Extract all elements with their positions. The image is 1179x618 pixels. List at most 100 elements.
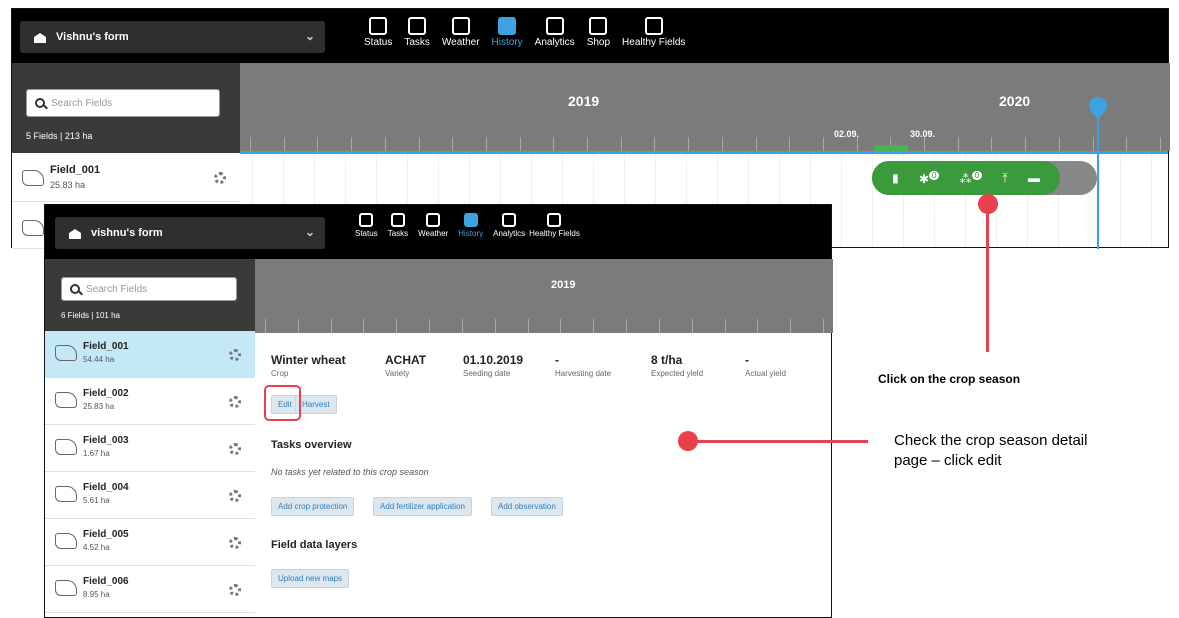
field-name: Field_001 bbox=[83, 341, 129, 352]
add-observation-button[interactable]: Add observation bbox=[491, 497, 563, 516]
farm-icon bbox=[34, 31, 48, 43]
chevron-down-icon: ⌄ bbox=[304, 225, 315, 239]
search-icon bbox=[70, 284, 80, 294]
farm-selector[interactable]: Vishnu's form ⌄ bbox=[20, 21, 325, 53]
field-row[interactable]: Field_004 5.61 ha bbox=[45, 472, 255, 519]
field-name: Field_001 bbox=[50, 164, 101, 176]
field-size: 8.95 ha bbox=[83, 590, 110, 599]
upload-maps-button[interactable]: Upload new maps bbox=[271, 569, 350, 588]
year-label: 2019 bbox=[568, 93, 600, 109]
gear-icon[interactable] bbox=[229, 537, 241, 549]
plant-icon[interactable]: ✱ 0 bbox=[919, 170, 940, 186]
nav-healthy-fields[interactable]: Healthy Fields bbox=[622, 17, 685, 48]
expected-yield-info: 8 t/ha Expected yield bbox=[651, 353, 704, 378]
timeline-tick bbox=[363, 319, 365, 333]
gear-icon[interactable] bbox=[229, 396, 241, 408]
top-bar: Vishnu's form ⌄ Status Tasks Weather His… bbox=[12, 9, 1168, 63]
add-fertilizer-button[interactable]: Add fertilizer application bbox=[373, 497, 472, 516]
timeline-tick bbox=[924, 137, 926, 151]
add-crop-protection-button[interactable]: Add crop protection bbox=[271, 497, 355, 516]
crop-season-detail: Winter wheat Crop ACHAT Variety 01.10.2019… bbox=[255, 333, 831, 617]
nav-analytics[interactable]: Analytics bbox=[493, 213, 525, 238]
field-row[interactable]: Field_001 54.44 ha bbox=[45, 331, 255, 378]
sidebar-header: Search Fields 5 Fields | 213 ha bbox=[12, 63, 240, 153]
sidebar-header: Search Fields 6 Fields | 101 ha bbox=[45, 259, 255, 331]
nav-history[interactable]: History bbox=[458, 213, 483, 238]
annotation-line bbox=[986, 212, 989, 352]
timeline-header: 2019 2020 02.09. 30.09. bbox=[240, 63, 1170, 151]
timeline-tick bbox=[330, 319, 332, 333]
gear-icon[interactable] bbox=[229, 443, 241, 455]
field-size: 5.61 ha bbox=[83, 496, 110, 505]
nav-healthy-fields[interactable]: Healthy Fields bbox=[529, 213, 580, 238]
field-row[interactable]: Field_006 8.95 ha bbox=[45, 566, 255, 613]
timeline-tick bbox=[724, 319, 726, 333]
harvest-button[interactable]: Harvest bbox=[295, 395, 337, 414]
fields-count: 5 Fields | 213 ha bbox=[26, 131, 93, 141]
nav-status[interactable]: Status bbox=[364, 17, 392, 48]
gear-icon[interactable] bbox=[229, 490, 241, 502]
crop-season-pill[interactable]: ▮ ✱ 0 ⁂ 0 ⤒ ▬ bbox=[872, 161, 1060, 195]
annotation-dot bbox=[978, 194, 998, 214]
search-input[interactable]: Search Fields bbox=[26, 89, 220, 117]
nav-tasks[interactable]: Tasks bbox=[404, 17, 430, 48]
seeding-date-info: 01.10.2019 Seeding date bbox=[463, 353, 524, 378]
harvest-icon[interactable]: ⤒ bbox=[1002, 171, 1007, 186]
timeline-tick bbox=[485, 137, 487, 151]
gear-icon[interactable] bbox=[229, 349, 241, 361]
field-name: Field_003 bbox=[83, 435, 129, 446]
analytics-icon bbox=[545, 17, 564, 35]
actual-yield-info: - Actual yield bbox=[745, 353, 786, 378]
nav-weather[interactable]: Weather bbox=[418, 213, 448, 238]
field-row[interactable]: Field_002 25.83 ha bbox=[45, 378, 255, 425]
farm-icon bbox=[69, 227, 83, 239]
screenshot-crop-season-detail: vishnu's form ⌄ Status Tasks Weather His… bbox=[44, 204, 833, 618]
timeline-tick bbox=[429, 319, 431, 333]
annotation-dot bbox=[678, 431, 698, 451]
gear-icon[interactable] bbox=[214, 172, 226, 184]
tasks-overview-title: Tasks overview bbox=[271, 439, 352, 451]
nav-status[interactable]: Status bbox=[355, 213, 378, 238]
timeline-tick bbox=[1126, 137, 1128, 151]
trash-icon[interactable]: ▬ bbox=[1028, 171, 1040, 185]
timeline-tick bbox=[553, 137, 555, 151]
timeline-tick bbox=[519, 137, 521, 151]
search-input[interactable]: Search Fields bbox=[61, 277, 237, 301]
weather-icon bbox=[451, 17, 470, 35]
shield-icon bbox=[644, 17, 663, 35]
field-name: Field_002 bbox=[83, 388, 129, 399]
field-name: Field_004 bbox=[83, 482, 129, 493]
field-shape-icon bbox=[55, 439, 77, 455]
timeline-tick bbox=[1092, 137, 1094, 151]
chevron-down-icon: ⌄ bbox=[304, 29, 315, 43]
calendar-icon bbox=[408, 17, 427, 35]
timeline-tick bbox=[658, 319, 660, 333]
fields-count: 6 Fields | 101 ha bbox=[61, 311, 121, 320]
status-icon bbox=[359, 213, 374, 227]
seed-icon[interactable]: ▮ bbox=[892, 171, 899, 185]
timeline-tick bbox=[494, 319, 496, 333]
farm-selector[interactable]: vishnu's form ⌄ bbox=[55, 217, 325, 249]
nav-shop[interactable]: Shop bbox=[587, 17, 610, 48]
grid-column bbox=[872, 154, 873, 247]
weather-icon bbox=[426, 213, 441, 227]
timeline-tick bbox=[527, 319, 529, 333]
nav-history[interactable]: History bbox=[492, 17, 523, 48]
nav-tasks[interactable]: Tasks bbox=[388, 213, 408, 238]
nav-analytics[interactable]: Analytics bbox=[535, 17, 575, 48]
field-row[interactable]: Field_005 4.52 ha bbox=[45, 519, 255, 566]
nav-weather[interactable]: Weather bbox=[442, 17, 480, 48]
main-nav: Status Tasks Weather History Analytics S… bbox=[364, 17, 697, 48]
history-icon bbox=[498, 17, 517, 35]
field-size: 1.67 ha bbox=[83, 449, 110, 458]
farm-name: Vishnu's form bbox=[56, 31, 129, 43]
timeline-tick bbox=[418, 137, 420, 151]
field-shape-icon bbox=[55, 580, 77, 596]
crop-season-bar[interactable]: ▮ ✱ 0 ⁂ 0 ⤒ ▬ bbox=[872, 161, 1097, 195]
field-row[interactable]: Field_003 1.67 ha bbox=[45, 425, 255, 472]
fertilizer-icon[interactable]: ⁂ 0 bbox=[960, 170, 983, 186]
timeline-tick bbox=[757, 319, 759, 333]
gear-icon[interactable] bbox=[229, 584, 241, 596]
field-row[interactable]: Field_001 25.83 ha bbox=[12, 154, 240, 202]
grid-column bbox=[1120, 154, 1121, 247]
